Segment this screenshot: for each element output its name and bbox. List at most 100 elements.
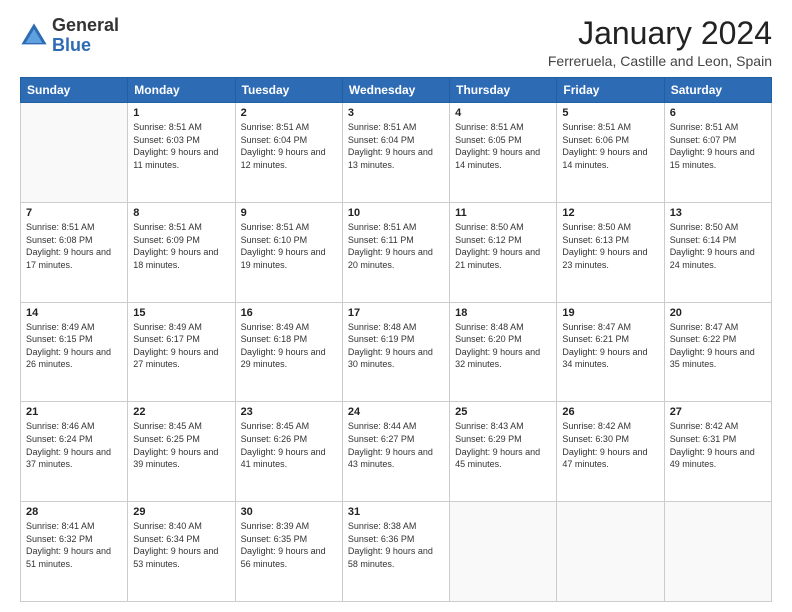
day-info: Sunrise: 8:44 AMSunset: 6:27 PMDaylight:… [348,420,444,470]
calendar-cell: 31 Sunrise: 8:38 AMSunset: 6:36 PMDayligh… [342,502,449,602]
calendar-cell [21,103,128,203]
day-number: 18 [455,307,551,319]
day-info: Sunrise: 8:51 AMSunset: 6:03 PMDaylight:… [133,121,229,171]
day-number: 31 [348,506,444,518]
day-info: Sunrise: 8:50 AMSunset: 6:13 PMDaylight:… [562,221,658,271]
calendar-week-2: 14 Sunrise: 8:49 AMSunset: 6:15 PMDayligh… [21,302,772,402]
day-info: Sunrise: 8:49 AMSunset: 6:17 PMDaylight:… [133,321,229,371]
calendar-cell: 22Sunrise: 8:45 AMSunset: 6:25 PMDayligh… [128,402,235,502]
day-number: 21 [26,406,122,418]
day-number: 29 [133,506,229,518]
day-info: Sunrise: 8:48 AMSunset: 6:20 PMDaylight:… [455,321,551,371]
logo-general: General [52,15,119,35]
day-info: Sunrise: 8:40 AMSunset: 6:34 PMDaylight:… [133,520,229,570]
day-number: 12 [562,207,658,219]
calendar-cell: 29 Sunrise: 8:40 AMSunset: 6:34 PMDayligh… [128,502,235,602]
calendar-cell: 21 Sunrise: 8:46 AMSunset: 6:24 PMDayligh… [21,402,128,502]
weekday-header: SundayMondayTuesdayWednesdayThursdayFrid… [21,78,772,103]
location: Ferreruela, Castille and Leon, Spain [548,53,772,69]
day-info: Sunrise: 8:39 AMSunset: 6:35 PMDaylight:… [241,520,337,570]
day-number: 25 [455,406,551,418]
calendar-week-3: 21 Sunrise: 8:46 AMSunset: 6:24 PMDayligh… [21,402,772,502]
day-info: Sunrise: 8:51 AMSunset: 6:11 PMDaylight:… [348,221,444,271]
day-number: 28 [26,506,122,518]
day-number: 19 [562,307,658,319]
logo-icon [20,22,48,50]
calendar-cell: 1 Sunrise: 8:51 AMSunset: 6:03 PMDaylight… [128,103,235,203]
calendar-cell: 24Sunrise: 8:44 AMSunset: 6:27 PMDayligh… [342,402,449,502]
calendar-week-1: 7Sunrise: 8:51 AMSunset: 6:08 PMDaylight… [21,202,772,302]
weekday-header-tuesday: Tuesday [235,78,342,103]
weekday-header-monday: Monday [128,78,235,103]
weekday-header-sunday: Sunday [21,78,128,103]
day-info: Sunrise: 8:51 AMSunset: 6:09 PMDaylight:… [133,221,229,271]
header: General Blue January 2024 Ferreruela, Ca… [20,16,772,69]
day-number: 14 [26,307,122,319]
day-number: 4 [455,107,551,119]
day-number: 9 [241,207,337,219]
calendar-cell: 3 Sunrise: 8:51 AMSunset: 6:04 PMDaylight… [342,103,449,203]
weekday-header-saturday: Saturday [664,78,771,103]
calendar-cell: 17 Sunrise: 8:48 AMSunset: 6:19 PMDayligh… [342,302,449,402]
calendar-cell: 27 Sunrise: 8:42 AMSunset: 6:31 PMDayligh… [664,402,771,502]
day-info: Sunrise: 8:51 AMSunset: 6:04 PMDaylight:… [348,121,444,171]
day-number: 11 [455,207,551,219]
calendar-cell: 10 Sunrise: 8:51 AMSunset: 6:11 PMDayligh… [342,202,449,302]
day-number: 30 [241,506,337,518]
calendar-cell: 12 Sunrise: 8:50 AMSunset: 6:13 PMDayligh… [557,202,664,302]
day-number: 13 [670,207,766,219]
weekday-header-wednesday: Wednesday [342,78,449,103]
day-number: 2 [241,107,337,119]
calendar-cell: 5Sunrise: 8:51 AMSunset: 6:06 PMDaylight… [557,103,664,203]
calendar-cell: 4 Sunrise: 8:51 AMSunset: 6:05 PMDaylight… [450,103,557,203]
logo-text: General Blue [52,16,119,56]
day-info: Sunrise: 8:48 AMSunset: 6:19 PMDaylight:… [348,321,444,371]
day-info: Sunrise: 8:51 AMSunset: 6:07 PMDaylight:… [670,121,766,171]
calendar-cell: 6Sunrise: 8:51 AMSunset: 6:07 PMDaylight… [664,103,771,203]
logo-blue: Blue [52,35,91,55]
day-info: Sunrise: 8:49 AMSunset: 6:15 PMDaylight:… [26,321,122,371]
calendar-cell: 28 Sunrise: 8:41 AMSunset: 6:32 PMDayligh… [21,502,128,602]
weekday-header-friday: Friday [557,78,664,103]
day-info: Sunrise: 8:42 AMSunset: 6:31 PMDaylight:… [670,420,766,470]
day-info: Sunrise: 8:41 AMSunset: 6:32 PMDaylight:… [26,520,122,570]
day-info: Sunrise: 8:46 AMSunset: 6:24 PMDaylight:… [26,420,122,470]
day-info: Sunrise: 8:45 AMSunset: 6:25 PMDaylight:… [133,420,229,470]
calendar-cell: 20Sunrise: 8:47 AMSunset: 6:22 PMDayligh… [664,302,771,402]
calendar-week-4: 28 Sunrise: 8:41 AMSunset: 6:32 PMDayligh… [21,502,772,602]
day-info: Sunrise: 8:38 AMSunset: 6:36 PMDaylight:… [348,520,444,570]
day-number: 27 [670,406,766,418]
day-info: Sunrise: 8:45 AMSunset: 6:26 PMDaylight:… [241,420,337,470]
page: General Blue January 2024 Ferreruela, Ca… [0,0,792,612]
calendar-cell [664,502,771,602]
day-info: Sunrise: 8:42 AMSunset: 6:30 PMDaylight:… [562,420,658,470]
day-number: 15 [133,307,229,319]
calendar-cell: 2Sunrise: 8:51 AMSunset: 6:04 PMDaylight… [235,103,342,203]
day-number: 16 [241,307,337,319]
calendar-cell: 16 Sunrise: 8:49 AMSunset: 6:18 PMDayligh… [235,302,342,402]
calendar-cell: 25 Sunrise: 8:43 AMSunset: 6:29 PMDayligh… [450,402,557,502]
day-number: 20 [670,307,766,319]
day-number: 7 [26,207,122,219]
calendar-cell [557,502,664,602]
calendar-cell: 26 Sunrise: 8:42 AMSunset: 6:30 PMDayligh… [557,402,664,502]
day-info: Sunrise: 8:50 AMSunset: 6:12 PMDaylight:… [455,221,551,271]
calendar-cell: 30 Sunrise: 8:39 AMSunset: 6:35 PMDayligh… [235,502,342,602]
day-number: 5 [562,107,658,119]
calendar-cell: 23Sunrise: 8:45 AMSunset: 6:26 PMDayligh… [235,402,342,502]
day-number: 3 [348,107,444,119]
day-number: 26 [562,406,658,418]
calendar-cell: 19Sunrise: 8:47 AMSunset: 6:21 PMDayligh… [557,302,664,402]
day-info: Sunrise: 8:49 AMSunset: 6:18 PMDaylight:… [241,321,337,371]
calendar-table: SundayMondayTuesdayWednesdayThursdayFrid… [20,77,772,602]
day-info: Sunrise: 8:51 AMSunset: 6:05 PMDaylight:… [455,121,551,171]
day-number: 1 [133,107,229,119]
calendar-cell: 7Sunrise: 8:51 AMSunset: 6:08 PMDaylight… [21,202,128,302]
weekday-header-thursday: Thursday [450,78,557,103]
day-info: Sunrise: 8:50 AMSunset: 6:14 PMDaylight:… [670,221,766,271]
day-number: 17 [348,307,444,319]
calendar-cell [450,502,557,602]
day-info: Sunrise: 8:43 AMSunset: 6:29 PMDaylight:… [455,420,551,470]
calendar-cell: 14 Sunrise: 8:49 AMSunset: 6:15 PMDayligh… [21,302,128,402]
day-number: 10 [348,207,444,219]
